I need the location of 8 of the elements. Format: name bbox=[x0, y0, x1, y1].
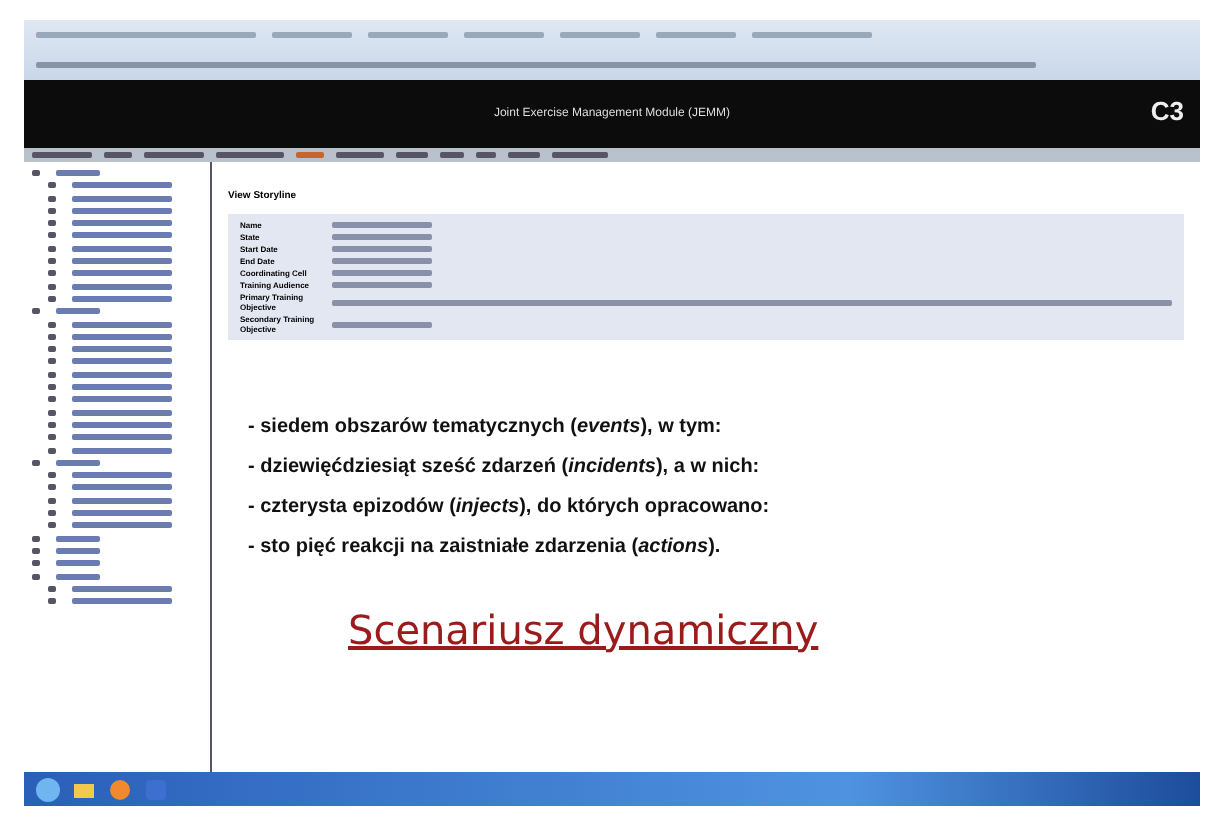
media-icon[interactable] bbox=[108, 777, 132, 801]
bullet-text: - sto pięć reakcji na zaistniałe zdarzenia (actions). bbox=[248, 536, 723, 558]
start-icon[interactable] bbox=[36, 777, 60, 801]
logo: C3 bbox=[1150, 96, 1184, 126]
bullet-text: - czterysta epizodów (injects), do których opracowano: bbox=[248, 496, 772, 518]
slide-title: Scenariusz dynamiczny bbox=[348, 606, 819, 654]
bullet-text: - dziewięćdziesiąt sześć zdarzeń (incidents), a w nich: bbox=[248, 456, 762, 478]
bullet-text: - siedem obszarów tematycznych (events), w tym: bbox=[248, 416, 724, 438]
